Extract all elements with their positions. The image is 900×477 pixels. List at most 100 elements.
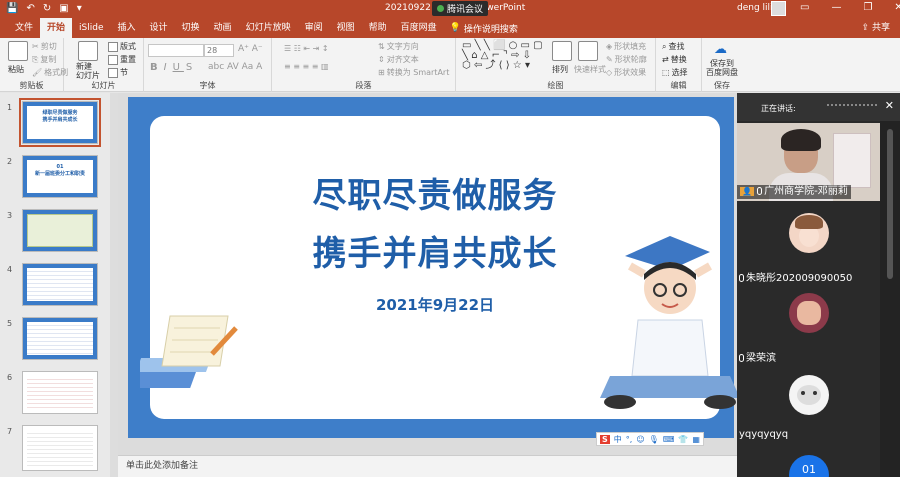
skin-icon[interactable]: 👕 <box>678 435 688 444</box>
tab-transitions[interactable]: 切换 <box>175 18 207 38</box>
find-button[interactable]: ⌕ 查找 <box>662 41 684 52</box>
tab-slideshow[interactable]: 幻灯片放映 <box>239 18 298 38</box>
save-icon[interactable]: 💾 <box>6 3 18 14</box>
slideshow-icon[interactable]: ▣ <box>59 3 68 14</box>
slide-thumbnail-5[interactable] <box>22 317 98 360</box>
redo-icon[interactable]: ↻ <box>43 3 51 14</box>
minimize-icon[interactable]: — <box>831 2 841 13</box>
share-button[interactable]: ⇪ 共享 <box>862 18 890 38</box>
layout-button[interactable]: 版式 <box>108 41 136 52</box>
drag-handle[interactable] <box>827 104 877 108</box>
slide-thumbnail-7[interactable] <box>22 425 98 471</box>
font-size-adjust[interactable]: A⁺ A⁻ <box>238 44 263 54</box>
tab-insert[interactable]: 插入 <box>111 18 143 38</box>
format-painter-button[interactable]: 🖌 格式刷 <box>32 67 68 78</box>
tab-file[interactable]: 文件 <box>8 18 40 38</box>
text-direction-button[interactable]: ⇅ 文字方向 <box>378 41 419 52</box>
notes-pane[interactable]: 单击此处添加备注 <box>118 455 737 477</box>
tab-baidu-netdisk[interactable]: 百度网盘 <box>394 18 444 38</box>
reset-button[interactable]: 重置 <box>108 54 136 65</box>
ime-mode[interactable]: 中 <box>614 434 622 445</box>
panel-scrollbar[interactable] <box>880 121 900 477</box>
paste-button[interactable]: 粘贴 <box>8 64 24 75</box>
avatar-eye <box>801 391 805 395</box>
restore-icon[interactable]: ❐ <box>863 2 872 13</box>
slide-thumbnail-3[interactable] <box>22 209 98 252</box>
font-style-buttons[interactable]: BIUS <box>150 62 196 73</box>
copy-button[interactable]: ⎘ 复制 <box>32 54 56 65</box>
customize-qat-icon[interactable]: ▾ <box>77 3 82 14</box>
group-label: 剪贴板 <box>19 81 44 90</box>
group-label: 段落 <box>355 81 372 90</box>
participant-avatar[interactable]: 01 <box>789 455 829 477</box>
current-slide[interactable]: 尽职尽责做服务 携手并肩共成长 2021年9月22日 <box>128 97 740 438</box>
thumbnail-scrollbar[interactable] <box>110 93 118 477</box>
toolbox-icon[interactable]: ▦ <box>692 435 700 444</box>
font-name-combo[interactable] <box>148 44 204 57</box>
quick-styles-button[interactable]: 快速样式 <box>574 64 606 75</box>
meeting-panel: 正在讲话: ✕ 👤 广州商学院-邓丽莉 朱晓彤202009090050 梁荣滨 … <box>737 93 900 477</box>
user-name[interactable]: deng lili <box>737 3 773 13</box>
meeting-indicator[interactable]: 腾讯会议 <box>432 1 489 16</box>
tab-islide[interactable]: iSlide <box>72 18 110 38</box>
participant-avatar[interactable] <box>789 375 829 415</box>
list-buttons[interactable]: ☰ ☷ ⇤ ⇥ ↕ <box>284 44 329 53</box>
tab-design[interactable]: 设计 <box>143 18 175 38</box>
cut-button[interactable]: ✂ 剪切 <box>32 41 57 52</box>
font-color-buttons[interactable]: abc AV Aa A <box>208 62 262 72</box>
group-label: 幻灯片 <box>91 81 116 90</box>
new-slide-icon[interactable] <box>78 41 98 61</box>
shape-fill-button[interactable]: ◈ 形状填充 <box>606 41 646 52</box>
smartart-button[interactable]: ⊞ 转换为 SmartArt <box>378 67 449 78</box>
participant-avatar[interactable] <box>789 293 829 333</box>
select-icon: ⬚ <box>662 68 670 77</box>
select-button[interactable]: ⬚ 选择 <box>662 67 688 78</box>
shape-effects-button[interactable]: ◇ 形状效果 <box>606 67 646 78</box>
slide-thumbnail-6[interactable] <box>22 371 98 414</box>
slide-thumbnail-1[interactable]: 绿职尽责做服务 携手并肩共成长 <box>19 98 101 147</box>
scrollbar-thumb[interactable] <box>887 129 893 279</box>
new-slide-button[interactable]: 新建 幻灯片 <box>76 62 100 80</box>
close-icon[interactable]: ✕ <box>894 2 900 13</box>
save-baidu-button[interactable]: 保存到 百度网盘 <box>706 59 738 77</box>
participant-video[interactable]: 👤 广州商学院-邓丽莉 <box>737 123 880 201</box>
punctuation-icon[interactable]: °, <box>626 435 633 444</box>
shapes-gallery[interactable]: ▭ ╲ ╲ ⬜ ○ ▭ ▢ ╲ ⌂ △ ⌐ ⌝ ⇨ ⇩ ⬡ ⇦ ⤴ ⟨ ⟩ ☆ … <box>462 41 543 71</box>
smartart-icon: ⊞ <box>378 68 385 77</box>
emoji-icon[interactable]: ☺ <box>636 435 644 444</box>
baidu-cloud-icon[interactable]: ☁ <box>714 42 727 57</box>
group-label: 保存 <box>714 81 730 90</box>
align-buttons[interactable]: ≡ ≡ ≡ ≡ ▥ <box>284 62 329 71</box>
tell-me-search[interactable]: 💡 操作说明搜索 <box>450 22 518 35</box>
arrange-icon[interactable] <box>552 41 572 61</box>
font-size-combo[interactable]: 28 <box>204 44 234 57</box>
arrange-button[interactable]: 排列 <box>552 64 568 75</box>
shape-outline-button[interactable]: ✎ 形状轮廓 <box>606 54 647 65</box>
section-button[interactable]: 节 <box>108 67 128 78</box>
tab-help[interactable]: 帮助 <box>362 18 394 38</box>
ribbon-display-icon[interactable]: ▭ <box>800 2 809 13</box>
tab-animations[interactable]: 动画 <box>207 18 239 38</box>
replace-button[interactable]: ⇄ 替换 <box>662 54 687 65</box>
user-avatar[interactable] <box>771 1 786 16</box>
close-icon[interactable]: ✕ <box>885 99 894 112</box>
brush-icon: 🖌 <box>32 68 43 77</box>
title-bar: 💾 ↶ ↻ ▣ ▾ 20210922 owerPoint 腾讯会议 deng li… <box>0 0 900 18</box>
slide-title-line1[interactable]: 尽职尽责做服务 <box>150 168 720 217</box>
align-text-button[interactable]: ⇕ 对齐文本 <box>378 54 419 65</box>
slide-thumbnail-4[interactable] <box>22 263 98 306</box>
undo-icon[interactable]: ↶ <box>26 3 34 14</box>
tab-view[interactable]: 视图 <box>330 18 362 38</box>
slide-canvas: 尽职尽责做服务 携手并肩共成长 2021年9月22日 S 中 °, ☺ 🎙 ⌨ … <box>118 93 740 455</box>
paste-icon[interactable] <box>8 41 28 61</box>
keyboard-icon[interactable]: ⌨ <box>663 435 675 444</box>
slide-thumbnail-2[interactable]: 01 新一届班委分工和职责 <box>22 155 98 198</box>
mic-icon[interactable]: 🎙 <box>649 435 659 444</box>
tab-home[interactable]: 开始 <box>40 18 73 38</box>
tab-review[interactable]: 审阅 <box>298 18 330 38</box>
host-icon: 👤 <box>740 187 754 196</box>
participant-avatar[interactable] <box>789 213 829 253</box>
boy-reading-illustration <box>600 236 740 409</box>
ime-toolbar[interactable]: S 中 °, ☺ 🎙 ⌨ 👕 ▦ <box>596 432 704 446</box>
quick-styles-icon[interactable] <box>578 41 598 61</box>
